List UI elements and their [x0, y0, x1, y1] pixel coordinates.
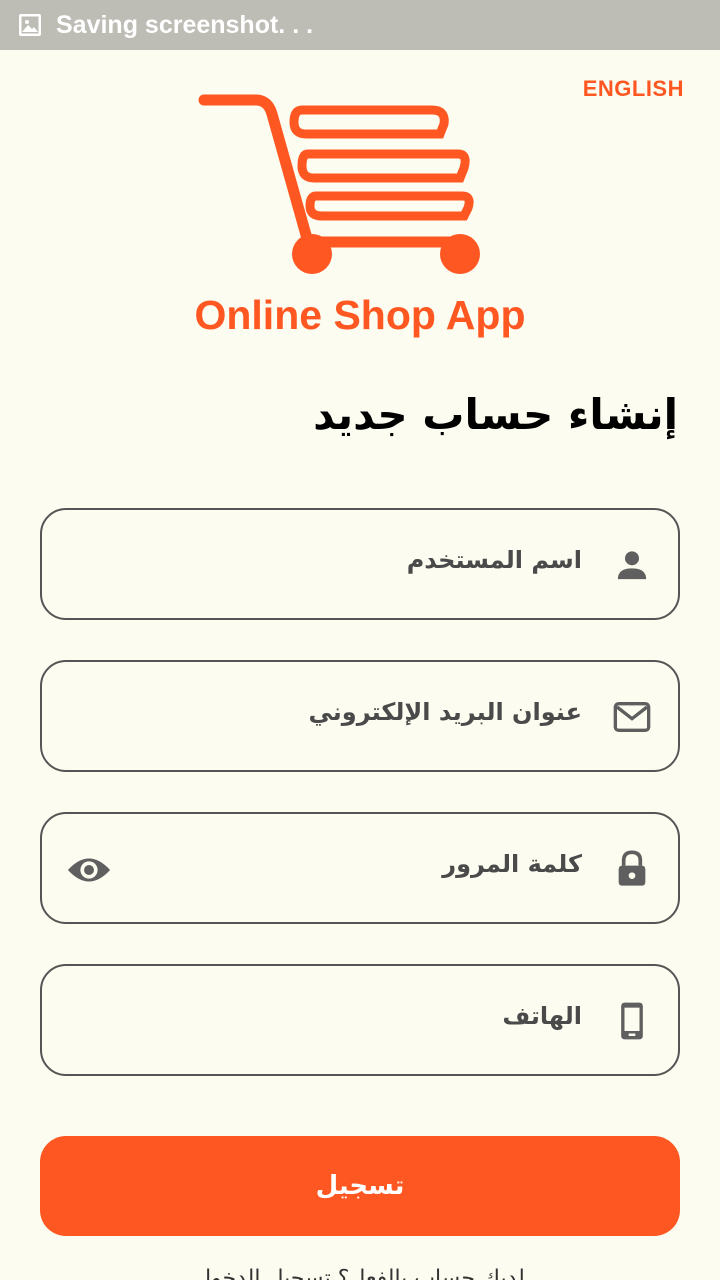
phone-icon: [621, 1002, 643, 1040]
username-field[interactable]: اسم المستخدم: [40, 508, 680, 620]
password-field[interactable]: كلمة المرور: [40, 812, 680, 924]
password-placeholder: كلمة المرور: [442, 850, 582, 878]
status-bar: Saving screenshot. . .: [0, 0, 720, 50]
email-placeholder: عنوان البريد الإلكتروني: [308, 698, 582, 726]
image-icon: [19, 14, 41, 36]
mail-icon: [613, 702, 651, 732]
person-icon: [617, 551, 647, 580]
lock-icon: [618, 850, 646, 886]
register-button[interactable]: تسجيل: [40, 1136, 680, 1236]
language-switch-link[interactable]: ENGLISH: [583, 76, 684, 102]
page-title: إنشاء حساب جديد: [313, 390, 678, 439]
eye-icon[interactable]: [66, 850, 112, 890]
email-field[interactable]: عنوان البريد الإلكتروني: [40, 660, 680, 772]
phone-field[interactable]: الهاتف: [40, 964, 680, 1076]
status-text: Saving screenshot. . .: [56, 10, 314, 39]
shopping-cart-logo-icon: [198, 94, 480, 274]
register-button-label: تسجيل: [315, 1171, 405, 1201]
app-title: Online Shop App: [194, 292, 526, 338]
phone-placeholder: الهاتف: [502, 1002, 582, 1030]
login-hint-text[interactable]: لديك حساب بالفعل؟ تسجيل الدخول: [0, 1266, 720, 1280]
username-placeholder: اسم المستخدم: [406, 546, 582, 574]
